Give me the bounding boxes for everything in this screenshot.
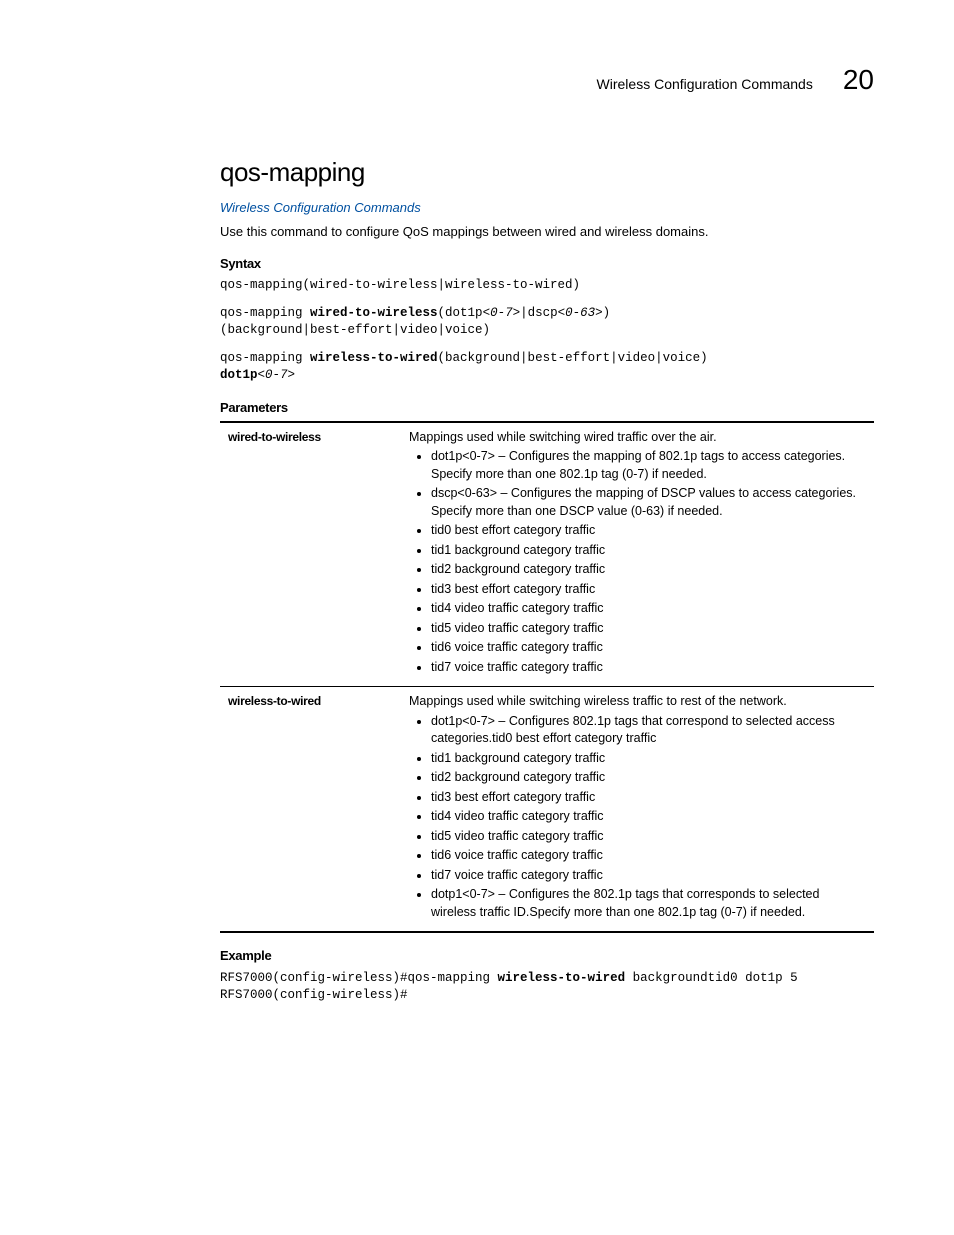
list-item: tid2 background category traffic bbox=[431, 769, 866, 787]
syntax-block-2: qos-mapping wired-to-wireless(dot1p<0-7>… bbox=[220, 305, 874, 340]
list-item: tid3 best effort category traffic bbox=[431, 581, 866, 599]
header-title: Wireless Configuration Commands bbox=[597, 75, 813, 95]
list-item: tid2 background category traffic bbox=[431, 561, 866, 579]
list-item: tid4 video traffic category traffic bbox=[431, 808, 866, 826]
section-title: qos-mapping bbox=[220, 154, 874, 190]
page-header: Wireless Configuration Commands 20 bbox=[220, 60, 874, 99]
example-heading: Example bbox=[220, 947, 874, 965]
list-item: tid5 video traffic category traffic bbox=[431, 620, 866, 638]
list-item: tid7 voice traffic category traffic bbox=[431, 867, 866, 885]
list-item: dot1p<0-7> – Configures the mapping of 8… bbox=[431, 448, 866, 483]
param-bullets: dot1p<0-7> – Configures the mapping of 8… bbox=[409, 448, 866, 676]
list-item: tid7 voice traffic category traffic bbox=[431, 659, 866, 677]
list-item: tid6 voice traffic category traffic bbox=[431, 847, 866, 865]
param-bullets: dot1p<0-7> – Configures 802.1p tags that… bbox=[409, 713, 866, 922]
example-block: RFS7000(config-wireless)#qos-mapping wir… bbox=[220, 970, 874, 1005]
parameters-heading: Parameters bbox=[220, 399, 874, 417]
list-item: tid3 best effort category traffic bbox=[431, 789, 866, 807]
list-item: tid0 best effort category traffic bbox=[431, 522, 866, 540]
section-link[interactable]: Wireless Configuration Commands bbox=[220, 199, 874, 217]
syntax-block-3: qos-mapping wireless-to-wired(background… bbox=[220, 350, 874, 385]
list-item: dscp<0-63> – Configures the mapping of D… bbox=[431, 485, 866, 520]
param-name: wired-to-wireless bbox=[220, 422, 401, 687]
list-item: dot1p<0-7> – Configures 802.1p tags that… bbox=[431, 713, 866, 748]
list-item: tid1 background category traffic bbox=[431, 750, 866, 768]
param-desc: Mappings used while switching wireless t… bbox=[401, 687, 874, 933]
param-desc: Mappings used while switching wired traf… bbox=[401, 422, 874, 687]
table-row: wireless-to-wired Mappings used while sw… bbox=[220, 687, 874, 933]
syntax-block-1: qos-mapping(wired-to-wireless|wireless-t… bbox=[220, 277, 874, 295]
list-item: tid5 video traffic category traffic bbox=[431, 828, 866, 846]
header-number: 20 bbox=[843, 60, 874, 99]
table-row: wired-to-wireless Mappings used while sw… bbox=[220, 422, 874, 687]
list-item: tid4 video traffic category traffic bbox=[431, 600, 866, 618]
section-description: Use this command to configure QoS mappin… bbox=[220, 223, 874, 241]
list-item: tid6 voice traffic category traffic bbox=[431, 639, 866, 657]
list-item: tid1 background category traffic bbox=[431, 542, 866, 560]
parameters-table: wired-to-wireless Mappings used while sw… bbox=[220, 421, 874, 934]
syntax-heading: Syntax bbox=[220, 255, 874, 273]
param-name: wireless-to-wired bbox=[220, 687, 401, 933]
list-item: dotp1<0-7> – Configures the 802.1p tags … bbox=[431, 886, 866, 921]
